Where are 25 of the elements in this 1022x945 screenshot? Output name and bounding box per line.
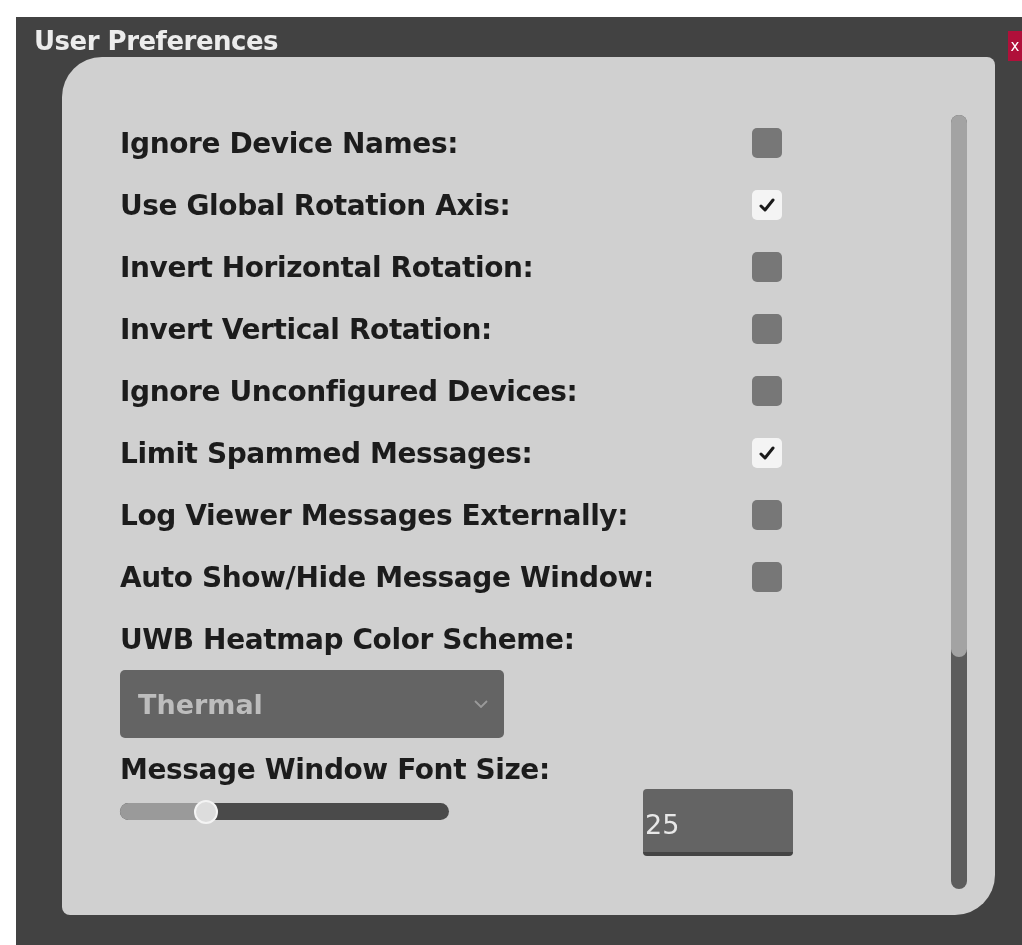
checkbox[interactable] — [752, 376, 782, 406]
caret-icon — [474, 700, 488, 708]
checkbox[interactable] — [752, 314, 782, 344]
checkbox[interactable] — [752, 438, 782, 468]
option-label: Ignore Unconfigured Devices: — [120, 374, 579, 408]
checkbox[interactable] — [752, 190, 782, 220]
option-label: Invert Horizontal Rotation: — [120, 250, 535, 284]
scrollbar[interactable] — [951, 115, 967, 889]
option-label: Use Global Rotation Axis: — [120, 188, 512, 222]
option-label: Message Window Font Size: — [120, 751, 550, 788]
checkbox[interactable] — [752, 128, 782, 158]
window-title: User Preferences — [33, 25, 279, 56]
option-label: Invert Vertical Rotation: — [120, 312, 493, 346]
option-label: Auto Show/Hide Message Window: — [120, 560, 655, 594]
checkbox[interactable] — [752, 252, 782, 282]
option-label: Ignore Device Names: — [120, 126, 459, 160]
option-label: Log Viewer Messages Externally: — [120, 498, 630, 532]
color-scheme-dropdown[interactable]: Thermal — [120, 670, 504, 738]
checkbox[interactable] — [752, 500, 782, 530]
close-button[interactable]: x — [1008, 31, 1022, 61]
number-field[interactable]: 25 — [643, 789, 793, 856]
checkbox[interactable] — [752, 562, 782, 592]
slider-thumb[interactable] — [193, 800, 218, 824]
option-label: Limit Spammed Messages: — [120, 436, 534, 470]
option-label: UWB Heatmap Color Scheme: — [120, 621, 575, 658]
